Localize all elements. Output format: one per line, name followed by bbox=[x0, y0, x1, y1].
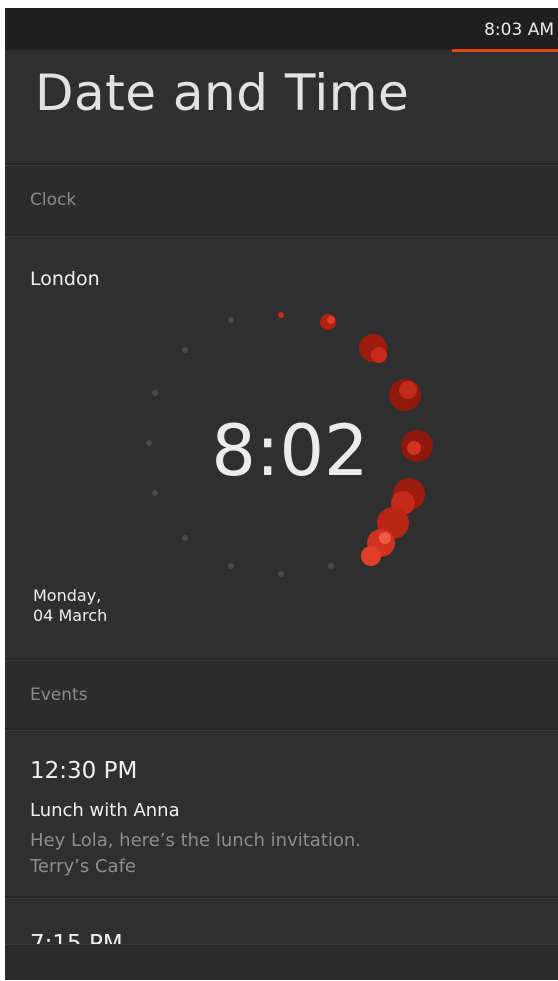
clock-date-month: 04 March bbox=[33, 606, 108, 625]
events-section-label: Events bbox=[30, 685, 88, 705]
bottom-edge-bar[interactable] bbox=[5, 944, 558, 980]
divider bbox=[5, 896, 558, 899]
event-time: 7:15 PM bbox=[30, 931, 123, 944]
events-section-header: Events bbox=[5, 661, 558, 729]
event-title: Lunch with Anna bbox=[30, 800, 180, 821]
clock-section-label: Clock bbox=[30, 190, 77, 210]
clock-city: London bbox=[30, 268, 100, 290]
divider bbox=[5, 234, 558, 237]
divider bbox=[5, 728, 558, 731]
status-bar[interactable]: 8:03 AM bbox=[5, 8, 558, 52]
status-indicator-underline bbox=[452, 49, 558, 52]
page-title: Date and Time bbox=[35, 64, 410, 122]
event-time: 12:30 PM bbox=[30, 758, 138, 784]
clock-date-day: Monday, bbox=[33, 586, 102, 605]
phone-screen: 8:03 AM Date and Time Clock London 8:02 … bbox=[5, 8, 558, 980]
clock-section-header: Clock bbox=[5, 166, 558, 234]
status-clock: 8:03 AM bbox=[484, 20, 554, 40]
event-location: Terry’s Cafe bbox=[30, 856, 136, 877]
clock-time: 8:02 bbox=[211, 410, 369, 492]
event-description: Hey Lola, here’s the lunch invitation. bbox=[30, 830, 362, 851]
